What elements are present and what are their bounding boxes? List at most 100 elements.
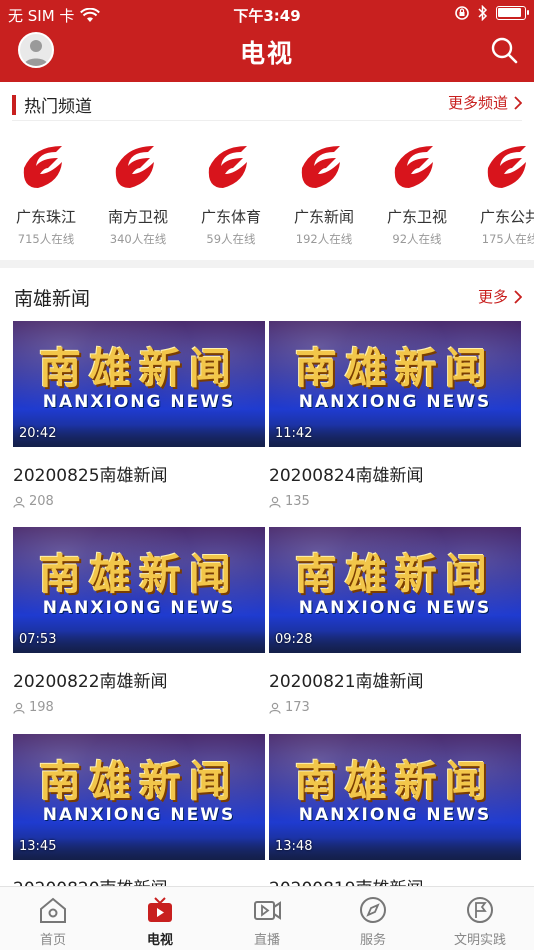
channel-online-count: 175人在线 <box>481 232 534 246</box>
gdtv-logo-icon <box>487 146 526 188</box>
news-card[interactable]: 南雄新闻NANXIONG NEWS13:4820200819南雄新闻 <box>269 734 521 899</box>
gdtv-logo-icon <box>115 146 154 188</box>
news-more-label: 更多 <box>477 288 508 306</box>
thumbnail-cn-title: 南雄新闻 <box>38 344 239 393</box>
view-count: 173 <box>285 700 310 715</box>
thumbnail-en-title: NANXIONG NEWS <box>42 805 236 825</box>
video-title: 20200822南雄新闻 <box>13 672 168 692</box>
tab-label: 文明实践 <box>453 933 506 948</box>
view-count-row: 173 <box>269 700 521 715</box>
home-icon <box>40 897 66 923</box>
gdtv-logo-icon <box>394 146 433 188</box>
channel-item[interactable]: 广东卫视 92人在线 <box>371 138 463 247</box>
section-title: 热门频道 <box>24 97 92 117</box>
thumbnail-cn-title: 南雄新闻 <box>294 344 495 393</box>
chevron-right-icon <box>514 95 522 110</box>
tab-label: 电视 <box>146 933 173 948</box>
channel-item[interactable]: 广东公共 175人在线 <box>464 138 534 247</box>
divider <box>12 120 522 121</box>
news-card[interactable]: 南雄新闻 NANXIONG NEWS 11:42 20200824南雄新闻 135 <box>269 321 521 509</box>
channel-name: 广东珠江 <box>15 208 76 226</box>
thumbnail-en-title: NANXIONG NEWS <box>42 598 236 618</box>
video-thumbnail[interactable]: 南雄新闻 NANXIONG NEWS 20:42 <box>13 321 265 447</box>
video-duration: 13:48 <box>275 839 313 854</box>
video-duration: 07:53 <box>19 632 57 647</box>
tab-live[interactable]: 直播 <box>227 895 307 948</box>
news-card[interactable]: 南雄新闻 NANXIONG NEWS 07:53 20200822南雄新闻 198 <box>13 527 265 715</box>
news-card[interactable]: 南雄新闻 NANXIONG NEWS 20:42 20200825南雄新闻 208 <box>13 321 265 509</box>
channel-name: 南方卫视 <box>107 208 168 226</box>
battery-icon <box>496 6 529 20</box>
news-section-header: 南雄新闻 更多 <box>0 268 534 318</box>
bottom-tab-bar: 首页 电视 直播 服务 文明实践 <box>0 886 534 950</box>
channel-online-count: 92人在线 <box>392 232 442 246</box>
bluetooth-icon <box>478 5 488 21</box>
news-card[interactable]: 南雄新闻 NANXIONG NEWS 09:28 20200821南雄新闻 173 <box>269 527 521 715</box>
status-bar: 无 SIM 卡 下午3:49 <box>0 0 534 28</box>
gdtv-logo-icon <box>208 146 247 188</box>
tab-civilization[interactable]: 文明实践 <box>440 895 520 948</box>
gdtv-logo-icon <box>23 146 62 188</box>
thumbnail-en-title: NANXIONG NEWS <box>42 392 236 412</box>
tab-label: 首页 <box>39 933 66 948</box>
video-duration: 11:42 <box>275 426 313 441</box>
channel-name: 广东新闻 <box>293 208 354 226</box>
view-count: 208 <box>29 494 54 509</box>
more-channels-link[interactable]: 更多频道 <box>448 92 522 113</box>
live-icon <box>254 901 281 920</box>
channel-list: 广东珠江 715人在线 南方卫视 340人在线 广东体育 59人在线 广东新闻 … <box>0 138 534 248</box>
video-duration: 09:28 <box>275 632 313 647</box>
tab-label: 服务 <box>359 933 386 948</box>
news-section-title: 南雄新闻 <box>14 288 91 310</box>
app-header: 无 SIM 卡 下午3:49 电视 <box>0 0 534 82</box>
channel-item[interactable]: 南方卫视 340人在线 <box>92 138 184 247</box>
view-count-row: 198 <box>13 700 265 715</box>
channel-online-count: 59人在线 <box>206 232 256 246</box>
tv-icon <box>148 897 172 922</box>
more-channels-label: 更多频道 <box>447 94 508 112</box>
flag-icon <box>467 897 493 923</box>
section-accent-bar <box>12 94 16 115</box>
thumbnail-en-title: NANXIONG NEWS <box>298 805 492 825</box>
hot-channels-section: 热门频道 更多频道 广东珠江 715人在线 南方卫视 340人在线 广东体育 5… <box>0 82 534 260</box>
video-thumbnail[interactable]: 南雄新闻 NANXIONG NEWS 09:28 <box>269 527 521 653</box>
tab-label: 直播 <box>253 933 280 948</box>
user-icon <box>269 702 281 714</box>
channel-item[interactable]: 广东新闻 192人在线 <box>278 138 370 247</box>
video-thumbnail[interactable]: 南雄新闻 NANXIONG NEWS 13:48 <box>269 734 521 860</box>
compass-icon <box>360 897 386 923</box>
channel-item[interactable]: 广东珠江 715人在线 <box>0 138 92 247</box>
thumbnail-en-title: NANXIONG NEWS <box>298 598 492 618</box>
tab-services[interactable]: 服务 <box>333 895 413 948</box>
channel-name: 广东公共 <box>479 208 534 226</box>
video-thumbnail[interactable]: 南雄新闻 NANXIONG NEWS 13:45 <box>13 734 265 860</box>
thumbnail-cn-title: 南雄新闻 <box>38 550 239 599</box>
channel-name: 广东体育 <box>200 208 261 226</box>
user-icon <box>269 496 281 508</box>
view-count-row: 135 <box>269 494 521 509</box>
gdtv-logo-icon <box>301 146 340 188</box>
view-count-row: 208 <box>13 494 265 509</box>
chevron-right-icon <box>514 289 522 304</box>
user-icon <box>13 496 25 508</box>
video-title: 20200824南雄新闻 <box>269 466 424 486</box>
section-separator <box>0 260 534 268</box>
video-duration: 20:42 <box>19 426 57 441</box>
thumbnail-cn-title: 南雄新闻 <box>38 757 239 806</box>
video-thumbnail[interactable]: 南雄新闻 NANXIONG NEWS 11:42 <box>269 321 521 447</box>
channel-online-count: 192人在线 <box>295 232 353 246</box>
view-count: 135 <box>285 494 310 509</box>
thumbnail-en-title: NANXIONG NEWS <box>298 392 492 412</box>
search-icon[interactable] <box>490 36 518 64</box>
channel-item[interactable]: 广东体育 59人在线 <box>185 138 277 247</box>
news-card[interactable]: 南雄新闻NANXIONG NEWS13:4520200820南雄新闻 <box>13 734 265 899</box>
thumbnail-cn-title: 南雄新闻 <box>294 757 495 806</box>
channel-online-count: 340人在线 <box>109 232 167 246</box>
video-title: 20200821南雄新闻 <box>269 672 424 692</box>
tab-home[interactable]: 首页 <box>13 895 93 948</box>
news-more-link[interactable]: 更多 <box>478 286 522 307</box>
channel-online-count: 715人在线 <box>17 232 75 246</box>
section-header: 热门频道 <box>12 92 92 117</box>
video-thumbnail[interactable]: 南雄新闻 NANXIONG NEWS 07:53 <box>13 527 265 653</box>
tab-tv[interactable]: 电视 <box>120 895 200 948</box>
